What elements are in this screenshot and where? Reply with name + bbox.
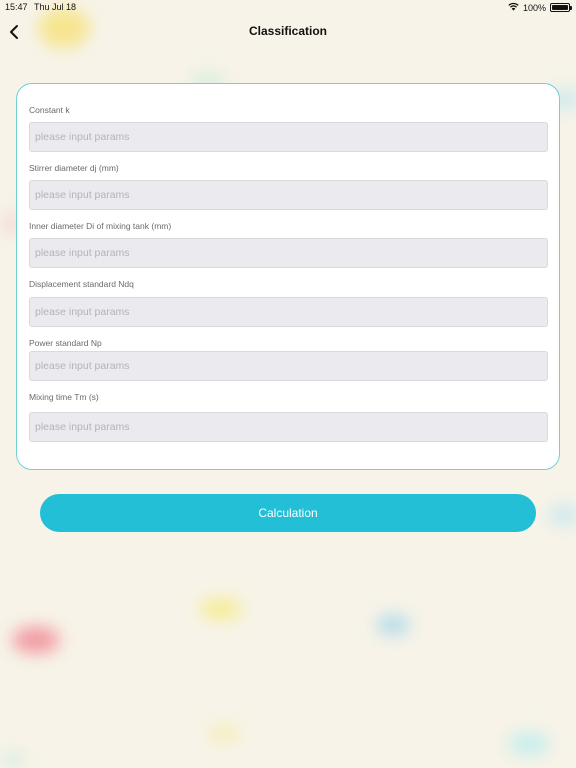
- constant-k-input[interactable]: [29, 122, 548, 152]
- background-blob: [208, 724, 240, 744]
- battery-icon: [550, 3, 572, 12]
- field-label-constant-k: Constant k: [29, 105, 70, 115]
- power-standard-input[interactable]: [29, 351, 548, 381]
- background-blob: [376, 614, 410, 636]
- background-blob: [508, 732, 550, 756]
- status-indicators: 100%: [508, 2, 572, 13]
- background-blob: [0, 752, 26, 768]
- status-date: Thu Jul 18: [34, 2, 77, 12]
- field-label-stirrer-diameter: Stirrer diameter dj (mm): [29, 163, 119, 173]
- status-time: 15:47: [5, 2, 28, 12]
- mixing-time-input[interactable]: [29, 412, 548, 442]
- displacement-standard-input[interactable]: [29, 297, 548, 327]
- background-blob: [12, 626, 60, 654]
- form-card: Constant k Stirrer diameter dj (mm) Inne…: [16, 83, 560, 470]
- stirrer-diameter-input[interactable]: [29, 180, 548, 210]
- background-blob: [548, 504, 576, 526]
- inner-diameter-input[interactable]: [29, 238, 548, 268]
- battery-percent: 100%: [522, 2, 546, 13]
- field-label-displacement-standard: Displacement standard Ndq: [29, 279, 134, 289]
- field-label-inner-diameter: Inner diameter Di of mixing tank (mm): [29, 221, 172, 231]
- nav-bar: Classification: [0, 18, 576, 46]
- wifi-icon: [508, 2, 519, 13]
- battery-fill: [552, 5, 568, 10]
- field-label-power-standard: Power standard Np: [29, 338, 102, 348]
- page-title: Classification: [248, 24, 328, 38]
- background-blob: [200, 598, 242, 620]
- field-label-mixing-time: Mixing time Tm (s): [29, 392, 99, 402]
- status-bar: 15:47 Thu Jul 18 100%: [0, 0, 576, 16]
- calculation-button[interactable]: Calculation: [40, 494, 536, 532]
